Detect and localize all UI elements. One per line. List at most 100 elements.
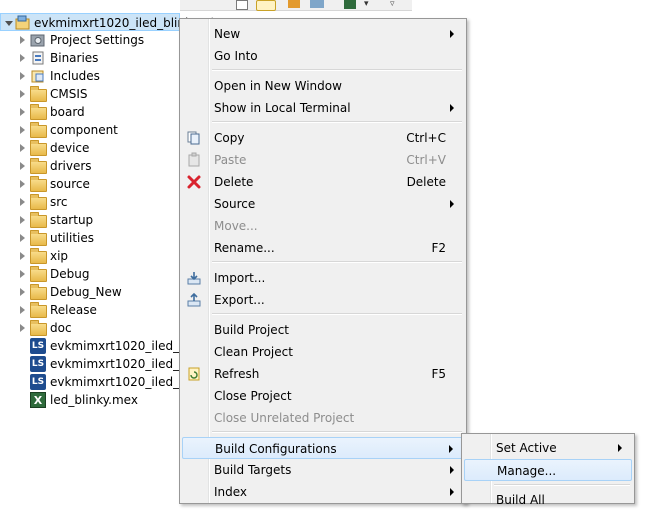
menu-item-go-into[interactable]: Go Into: [182, 45, 464, 67]
export-icon: [186, 292, 202, 308]
submenu-arrow-icon: [450, 488, 454, 496]
menu-item-build-configurations[interactable]: Build Configurations: [182, 437, 464, 459]
submenu-arrow-icon: [618, 444, 622, 452]
menu-separator: [212, 69, 462, 71]
menu-item-rename[interactable]: Rename... F2: [182, 237, 464, 259]
menu-item-import[interactable]: Import...: [182, 267, 464, 289]
tree-item[interactable]: board: [18, 103, 178, 121]
menu-item-new[interactable]: New: [182, 23, 464, 45]
tree-item[interactable]: drivers: [18, 157, 178, 175]
menu-item-build-targets[interactable]: Build Targets: [182, 459, 464, 481]
menu-separator: [494, 484, 630, 486]
expand-arrow-icon[interactable]: [20, 180, 25, 188]
menu-item-close-unrelated-project: Close Unrelated Project: [182, 407, 464, 429]
folder-icon: [30, 140, 47, 156]
mex-file-icon: X: [30, 392, 46, 408]
tree-item-project[interactable]: evkmimxrt1020_iled_blinky <Debug_New>: [0, 13, 276, 31]
expand-arrow-icon[interactable]: [20, 54, 25, 62]
tree-item[interactable]: utilities: [18, 229, 178, 247]
folder-icon: [30, 194, 47, 210]
expand-arrow-icon[interactable]: [20, 198, 25, 206]
submenu-item-manage[interactable]: Manage...: [464, 459, 632, 481]
expand-arrow-icon[interactable]: [20, 270, 25, 278]
tree-item[interactable]: Debug: [18, 265, 178, 283]
mex-tool-icon[interactable]: [344, 0, 356, 9]
menu-item-open-in-new-window[interactable]: Open in New Window: [182, 75, 464, 97]
gear-folder-icon: [30, 32, 46, 48]
menu-item-copy[interactable]: Copy Ctrl+C: [182, 127, 464, 149]
menu-item-build-project[interactable]: Build Project: [182, 319, 464, 341]
menu-item-label: Go Into: [214, 49, 258, 63]
submenu-item-set-active[interactable]: Set Active: [464, 437, 632, 459]
tree-item-label: Release: [50, 303, 97, 317]
expand-arrow-icon[interactable]: [20, 36, 25, 44]
tree-item-label: xip: [50, 249, 69, 263]
tree-item[interactable]: Binaries: [18, 49, 178, 67]
menu-item-paste: Paste Ctrl+V: [182, 149, 464, 171]
expand-arrow-icon[interactable]: [20, 306, 25, 314]
tree-item[interactable]: CMSIS: [18, 85, 178, 103]
collapse-all-icon[interactable]: [236, 0, 248, 10]
tree-item[interactable]: src: [18, 193, 178, 211]
link-editor-icon[interactable]: [256, 0, 276, 11]
dropdown-icon[interactable]: ▾: [364, 0, 374, 9]
tree-item[interactable]: device: [18, 139, 178, 157]
submenu-item-build-all[interactable]: Build All: [464, 489, 632, 511]
menu-item-label: Show in Local Terminal: [214, 101, 351, 115]
sync-icon[interactable]: [310, 0, 324, 8]
expand-arrow-icon[interactable]: [20, 90, 25, 98]
expand-arrow-icon[interactable]: [20, 72, 25, 80]
tree-item[interactable]: doc: [18, 319, 178, 337]
tree-file[interactable]: LS evkmimxrt1020_iled_blin: [30, 337, 201, 355]
menu-item-label: Open in New Window: [214, 79, 342, 93]
submenu-arrow-icon: [450, 466, 454, 474]
expand-arrow-icon[interactable]: [20, 288, 25, 296]
tree-item-label: doc: [50, 321, 72, 335]
expand-arrow-icon[interactable]: [20, 162, 25, 170]
menu-item-move: Move...: [182, 215, 464, 237]
expand-arrow-icon[interactable]: [20, 234, 25, 242]
menu-item-shortcut: F5: [431, 367, 446, 381]
expand-arrow-icon[interactable]: [20, 144, 25, 152]
expand-arrow-icon[interactable]: [20, 252, 25, 260]
tree-item-label: board: [50, 105, 85, 119]
menu-item-refresh[interactable]: Refresh F5: [182, 363, 464, 385]
tree-item[interactable]: Debug_New: [18, 283, 178, 301]
menu-item-index[interactable]: Index: [182, 481, 464, 503]
folder-icon: [30, 86, 47, 102]
expand-arrow-icon[interactable]: [20, 324, 25, 332]
menu-item-clean-project[interactable]: Clean Project: [182, 341, 464, 363]
menu-item-delete[interactable]: Delete Delete: [182, 171, 464, 193]
menu-item-show-in-local-terminal[interactable]: Show in Local Terminal: [182, 97, 464, 119]
menu-item-export[interactable]: Export...: [182, 289, 464, 311]
tree-item[interactable]: Includes: [18, 67, 178, 85]
paste-icon: [186, 152, 202, 168]
expand-arrow-icon[interactable]: [5, 21, 13, 26]
tree-item-label: Debug_New: [50, 285, 122, 299]
menu-item-label: Clean Project: [214, 345, 293, 359]
tree-item-label: Project Settings: [50, 33, 145, 47]
menu-item-label: Move...: [214, 219, 258, 233]
expand-arrow-icon[interactable]: [20, 108, 25, 116]
tree-item[interactable]: source: [18, 175, 178, 193]
submenu-arrow-icon: [450, 30, 454, 38]
submenu-item-label: Set Active: [496, 441, 557, 455]
expand-arrow-icon[interactable]: [20, 216, 25, 224]
tree-file[interactable]: LS evkmimxrt1020_iled_blin: [30, 355, 201, 373]
tree-item[interactable]: Release: [18, 301, 178, 319]
expand-arrow-icon[interactable]: [20, 126, 25, 134]
filter-icon[interactable]: [288, 0, 300, 8]
tree-file[interactable]: LS evkmimxrt1020_iled_blin: [30, 373, 201, 391]
view-menu-icon[interactable]: ▿: [390, 0, 398, 9]
tree-file[interactable]: Xled_blinky.mex: [30, 391, 180, 409]
menu-item-label: Export...: [214, 293, 265, 307]
launch-config-icon: LS: [30, 356, 46, 372]
tree-item-label: startup: [50, 213, 94, 227]
menu-item-source[interactable]: Source: [182, 193, 464, 215]
tree-item[interactable]: xip: [18, 247, 178, 265]
tree-item[interactable]: component: [18, 121, 178, 139]
tree-item[interactable]: Project Settings: [18, 31, 178, 49]
tree-item[interactable]: startup: [18, 211, 178, 229]
menu-separator: [212, 313, 462, 315]
menu-item-close-project[interactable]: Close Project: [182, 385, 464, 407]
